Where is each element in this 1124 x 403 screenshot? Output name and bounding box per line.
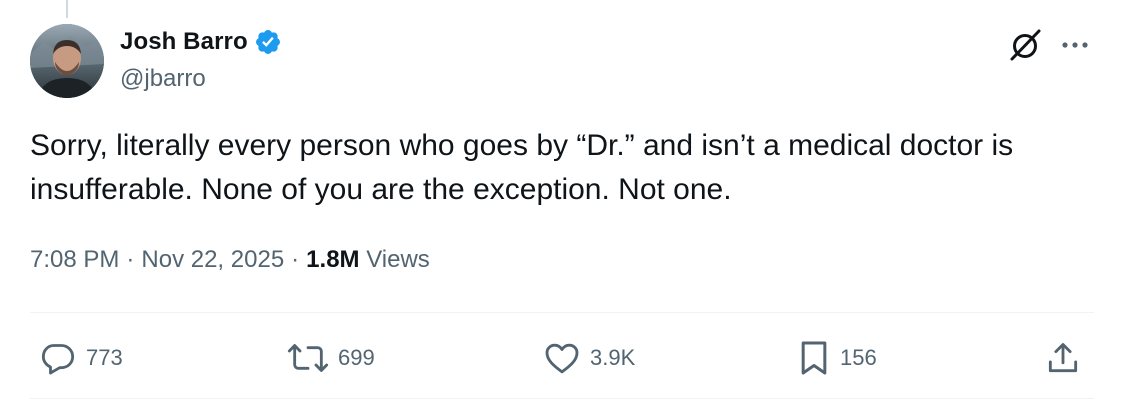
meta-separator: · <box>126 246 135 273</box>
tweet-meta: 7:08 PM · Nov 22, 2025 · 1.8M Views <box>30 246 430 274</box>
like-button[interactable]: 3.9K <box>542 338 635 378</box>
retweet-button[interactable]: 699 <box>286 338 375 378</box>
meta-separator: · <box>291 246 300 273</box>
like-icon <box>542 338 582 378</box>
like-count: 3.9K <box>590 345 636 370</box>
share-icon <box>1044 338 1082 378</box>
reply-button[interactable]: 773 <box>38 338 123 378</box>
bookmark-icon <box>796 338 832 378</box>
tweet-time[interactable]: 7:08 PM <box>30 246 119 274</box>
avatar[interactable] <box>30 24 104 98</box>
name-row: Josh Barro <box>120 26 282 58</box>
bookmark-count: 156 <box>840 345 877 370</box>
views-label: Views <box>366 246 430 273</box>
views-group[interactable]: 1.8M Views <box>306 246 430 274</box>
bookmark-button[interactable]: 156 <box>796 338 877 378</box>
reply-count: 773 <box>86 345 123 370</box>
views-count: 1.8M <box>306 246 360 273</box>
tweet-text: Sorry, literally every person who goes b… <box>30 124 1100 212</box>
tweet-header: Josh Barro @jbarro <box>30 24 1094 98</box>
author-block: Josh Barro @jbarro <box>120 26 282 93</box>
share-button[interactable] <box>1044 338 1082 378</box>
author-display-name[interactable]: Josh Barro <box>120 28 248 56</box>
retweet-icon <box>286 338 330 378</box>
divider-bottom <box>30 398 1094 399</box>
tweet-text-line-1: Sorry, literally every person who goes b… <box>30 129 1014 162</box>
reply-icon <box>38 338 78 378</box>
more-icon[interactable] <box>1058 28 1092 62</box>
grok-icon[interactable] <box>1006 26 1044 64</box>
tweet-text-line-2: insufferable. None of you are the except… <box>30 173 732 206</box>
thread-connector-line <box>66 0 68 18</box>
divider-top <box>30 312 1094 313</box>
author-handle[interactable]: @jbarro <box>120 65 282 93</box>
verified-badge-icon[interactable] <box>254 28 282 56</box>
retweet-count: 699 <box>338 345 375 370</box>
tweet-date[interactable]: Nov 22, 2025 <box>141 246 284 274</box>
action-bar: 773 699 3.9K 156 <box>30 330 1094 386</box>
